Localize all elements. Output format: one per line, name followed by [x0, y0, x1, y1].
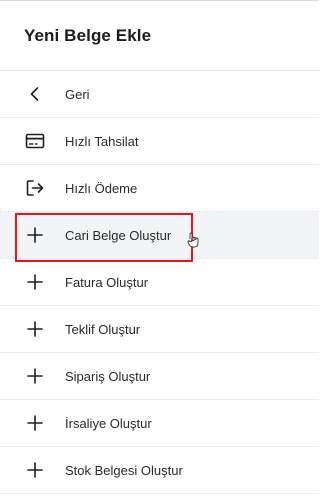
- plus-icon: [24, 224, 46, 246]
- menu-item-back[interactable]: Geri: [0, 71, 319, 118]
- plus-icon: [24, 459, 46, 481]
- plus-icon: [24, 365, 46, 387]
- menu-item-create-order[interactable]: Sipariş Oluştur: [0, 353, 319, 400]
- menu-item-label: Stok Belgesi Oluştur: [65, 462, 183, 478]
- panel-header: Yeni Belge Ekle: [0, 0, 319, 71]
- menu-item-quick-collection[interactable]: Hızlı Tahsilat: [0, 118, 319, 165]
- menu-item-label: Fatura Oluştur: [65, 274, 149, 290]
- menu-item-create-waybill[interactable]: İrsaliye Oluştur: [0, 400, 319, 447]
- menu-item-create-invoice[interactable]: Fatura Oluştur: [0, 259, 319, 306]
- credit-card-icon: [24, 130, 46, 152]
- panel-title: Yeni Belge Ekle: [24, 25, 152, 45]
- menu-item-quick-payment[interactable]: Hızlı Ödeme: [0, 165, 319, 212]
- menu-item-label: Teklif Oluştur: [65, 321, 141, 337]
- menu-item-create-quote[interactable]: Teklif Oluştur: [0, 306, 319, 353]
- chevron-left-icon: [24, 83, 46, 105]
- menu-item-label: İrsaliye Oluştur: [65, 415, 152, 431]
- menu-item-label: Sipariş Oluştur: [65, 368, 151, 384]
- plus-icon: [24, 412, 46, 434]
- plus-icon: [24, 271, 46, 293]
- menu-item-label: Hızlı Tahsilat: [65, 133, 139, 149]
- menu-item-label: Cari Belge Oluştur: [65, 227, 172, 243]
- menu-item-create-account-document[interactable]: Cari Belge Oluştur: [0, 212, 319, 259]
- plus-icon: [24, 318, 46, 340]
- menu-item-create-stock-document[interactable]: Stok Belgesi Oluştur: [0, 447, 319, 494]
- menu-item-label: Hızlı Ödeme: [65, 180, 138, 196]
- new-document-panel: Yeni Belge Ekle Geri Hızlı Tahsilat Hızl…: [0, 0, 319, 500]
- menu-item-label: Geri: [65, 86, 90, 102]
- document-menu: Geri Hızlı Tahsilat Hızlı Ödeme Cari Bel…: [0, 71, 319, 494]
- logout-arrow-icon: [24, 177, 46, 199]
